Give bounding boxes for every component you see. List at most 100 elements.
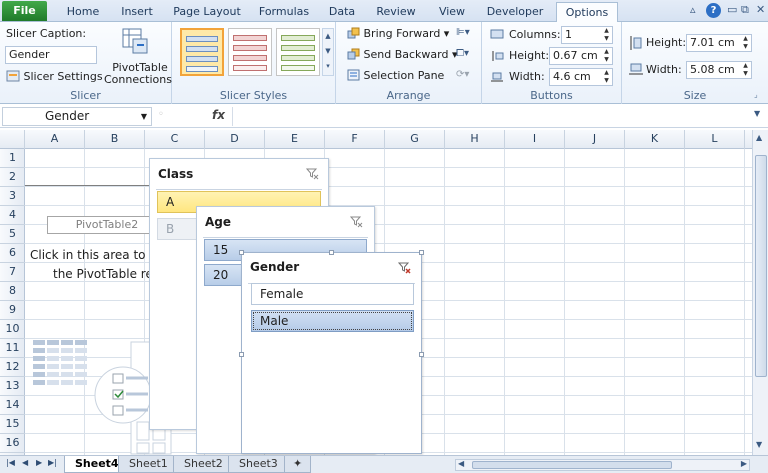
tab-view[interactable]: View: [432, 2, 472, 22]
slicer-style-green[interactable]: [276, 28, 320, 76]
row-header[interactable]: 16: [0, 434, 25, 453]
slicer-style-blue[interactable]: [180, 28, 224, 76]
row-header[interactable]: 15: [0, 415, 25, 434]
row-header[interactable]: 6: [0, 244, 25, 263]
slicer-settings-button[interactable]: Slicer Settings: [6, 69, 103, 83]
slicer-style-red[interactable]: [228, 28, 272, 76]
minimize-window-icon[interactable]: ▭: [727, 3, 737, 19]
close-window-icon[interactable]: ✕: [756, 3, 765, 19]
shape-width-input[interactable]: 5.08 cm ▲ ▼: [686, 61, 752, 79]
prev-sheet-icon[interactable]: ◀: [22, 458, 28, 467]
help-icon[interactable]: ?: [706, 3, 721, 18]
tab-data[interactable]: Data: [322, 2, 362, 22]
columns-spinner-icon[interactable]: ▲ ▼: [602, 27, 611, 43]
restore-window-icon[interactable]: ⧉: [741, 3, 749, 19]
selection-pane-button[interactable]: Selection Pane: [347, 69, 444, 82]
name-box[interactable]: Gender ▼: [2, 107, 152, 126]
pivottable-connections-label-2[interactable]: Connections: [104, 73, 172, 86]
column-header[interactable]: H: [445, 130, 505, 149]
sheet-tab-sheet2[interactable]: Sheet2: [173, 456, 234, 473]
resize-handle[interactable]: [239, 352, 244, 357]
sheet-tab-sheet1[interactable]: Sheet1: [118, 456, 179, 473]
row-header[interactable]: 11: [0, 339, 25, 358]
gender-slicer[interactable]: Gender Female Male: [241, 252, 422, 454]
name-box-dropdown-icon[interactable]: ▼: [141, 108, 147, 125]
formula-bar-collapse-icon[interactable]: ▼: [754, 109, 760, 118]
shape-width-spinner-icon[interactable]: ▲ ▼: [741, 62, 750, 78]
button-width-input[interactable]: 4.6 cm ▲ ▼: [549, 68, 613, 86]
height-spinner-icon[interactable]: ▲ ▼: [602, 48, 611, 64]
row-header[interactable]: 10: [0, 320, 25, 339]
bring-forward-button[interactable]: Bring Forward ▾: [347, 27, 449, 40]
row-header[interactable]: 1: [0, 149, 25, 168]
column-header[interactable]: D: [205, 130, 265, 149]
row-header[interactable]: 4: [0, 206, 25, 225]
row-header[interactable]: 7: [0, 263, 25, 282]
row-header[interactable]: 2: [0, 168, 25, 187]
gender-slicer-item-female[interactable]: Female: [251, 283, 414, 305]
tab-page-layout[interactable]: Page Layout: [168, 2, 246, 22]
row-header[interactable]: 13: [0, 377, 25, 396]
size-dialog-launcher-icon[interactable]: ⌟: [754, 90, 758, 99]
tab-file[interactable]: File: [2, 1, 47, 21]
row-header[interactable]: 14: [0, 396, 25, 415]
row-header[interactable]: 9: [0, 301, 25, 320]
first-sheet-icon[interactable]: |◀: [6, 458, 15, 467]
formula-bar-expand-icon[interactable]: ◦: [158, 109, 164, 120]
formula-input[interactable]: [232, 107, 752, 126]
row-header[interactable]: 8: [0, 282, 25, 301]
column-header[interactable]: L: [685, 130, 745, 149]
row-header[interactable]: 3: [0, 187, 25, 206]
insert-function-icon[interactable]: fx: [212, 108, 225, 122]
tab-developer[interactable]: Developer: [482, 2, 548, 22]
insert-sheet-icon[interactable]: ✦: [284, 456, 312, 473]
resize-handle[interactable]: [419, 352, 424, 357]
select-all-corner[interactable]: [0, 130, 25, 149]
gender-slicer-item-male[interactable]: Male: [251, 310, 414, 332]
vertical-scroll-thumb[interactable]: [755, 155, 767, 377]
scroll-left-icon[interactable]: ◀: [458, 459, 464, 468]
resize-handle[interactable]: [239, 250, 244, 255]
column-header[interactable]: K: [625, 130, 685, 149]
column-header[interactable]: F: [325, 130, 385, 149]
align-icon[interactable]: ⊫▾: [456, 27, 470, 38]
horizontal-scrollbar[interactable]: ◀ ▶: [455, 459, 750, 471]
pivottable-connections-icon[interactable]: [121, 27, 151, 58]
row-header[interactable]: 12: [0, 358, 25, 377]
shape-height-input[interactable]: 7.01 cm ▲ ▼: [686, 34, 752, 52]
resize-handle[interactable]: [419, 250, 424, 255]
column-header[interactable]: C: [145, 130, 205, 149]
scroll-down-icon[interactable]: ▼: [756, 440, 762, 449]
width-spinner-icon[interactable]: ▲ ▼: [602, 69, 611, 85]
scroll-right-icon[interactable]: ▶: [741, 459, 747, 468]
button-height-input[interactable]: 0.67 cm ▲ ▼: [549, 47, 613, 65]
button-columns-input[interactable]: 1 ▲ ▼: [561, 26, 613, 44]
styles-gallery-scroll[interactable]: ▲ ▼ ▾: [322, 28, 334, 76]
sheet-tab-sheet3[interactable]: Sheet3: [228, 456, 289, 473]
resize-handle[interactable]: [329, 250, 334, 255]
column-header[interactable]: J: [565, 130, 625, 149]
rotate-icon[interactable]: ⟳▾: [456, 69, 469, 80]
send-backward-button[interactable]: Send Backward ▾: [347, 48, 458, 61]
minimize-ribbon-icon[interactable]: ▵: [690, 3, 696, 19]
clear-filter-icon[interactable]: [349, 215, 364, 229]
tab-home[interactable]: Home: [58, 2, 108, 22]
vertical-scrollbar[interactable]: ▲ ▼: [752, 130, 768, 455]
clear-filter-icon[interactable]: [397, 261, 412, 275]
next-sheet-icon[interactable]: ▶: [36, 458, 42, 467]
scroll-up-icon[interactable]: ▲: [756, 133, 762, 142]
slicer-caption-input[interactable]: Gender: [5, 46, 97, 64]
last-sheet-icon[interactable]: ▶|: [48, 458, 57, 467]
tab-review[interactable]: Review: [370, 2, 422, 22]
group-icon[interactable]: ⧠▾: [456, 48, 469, 59]
column-header[interactable]: A: [25, 130, 85, 149]
tab-options[interactable]: Options: [556, 2, 618, 23]
column-header[interactable]: E: [265, 130, 325, 149]
tab-formulas[interactable]: Formulas: [254, 2, 314, 22]
column-header[interactable]: I: [505, 130, 565, 149]
column-header[interactable]: B: [85, 130, 145, 149]
clear-filter-icon[interactable]: [305, 167, 320, 181]
column-header[interactable]: G: [385, 130, 445, 149]
tab-insert[interactable]: Insert: [114, 2, 160, 22]
row-header[interactable]: 5: [0, 225, 25, 244]
